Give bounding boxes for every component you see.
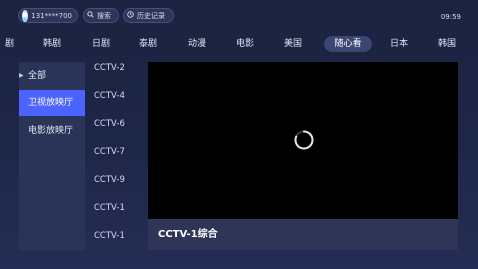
tab-5[interactable]: 电影 (236, 36, 254, 52)
loading-spinner-icon (294, 130, 314, 150)
search-label: 搜索 (97, 11, 111, 20)
channel-item[interactable]: CCTV-1 (94, 230, 125, 242)
account-number: 131****700 (31, 11, 72, 20)
category-all[interactable]: ▶ 全部 (19, 63, 85, 89)
history-button[interactable]: 历史记录 (123, 8, 174, 23)
clock-time: 09:59 (440, 13, 461, 21)
tab-9[interactable]: 韩国 (438, 36, 456, 52)
tab-4[interactable]: 动漫 (188, 36, 206, 52)
channel-item[interactable]: CCTV-2 (94, 62, 125, 74)
channel-item[interactable]: CCTV-7 (94, 146, 125, 158)
tab-3[interactable]: 泰剧 (139, 36, 157, 52)
caret-icon: ▶ (19, 72, 24, 79)
search-button[interactable]: 搜索 (83, 8, 119, 23)
channel-item[interactable]: CCTV-6 (94, 118, 125, 130)
category-movie-hall[interactable]: 电影放映厅 (19, 118, 85, 144)
tab-1[interactable]: 韩剧 (43, 36, 61, 52)
now-playing-title: CCTV-1综合 (148, 219, 458, 250)
history-label: 历史记录 (137, 11, 165, 20)
category-satellite-tv[interactable]: 卫视放映厅 (19, 90, 85, 116)
category-label: 电影放映厅 (28, 126, 74, 136)
clock-icon (127, 11, 134, 20)
avatar-icon (22, 9, 29, 22)
category-label: 卫视放映厅 (28, 98, 74, 108)
tab-8[interactable]: 日本 (390, 36, 408, 52)
search-icon (87, 11, 94, 20)
tab-0[interactable]: 剧 (5, 36, 14, 52)
channel-item[interactable]: CCTV-9 (94, 174, 125, 186)
channel-item[interactable]: CCTV-1 (94, 202, 125, 214)
category-label: 全部 (28, 71, 47, 81)
account-chip[interactable]: 131****700 (18, 8, 78, 23)
channel-item[interactable]: CCTV-4 (94, 90, 125, 102)
tab-2[interactable]: 日剧 (92, 36, 110, 52)
category-panel: ▶ 全部 卫视放映厅 电影放映厅 (19, 62, 85, 250)
tab-7[interactable]: 随心看 (324, 36, 372, 52)
tab-6[interactable]: 美国 (284, 36, 302, 52)
